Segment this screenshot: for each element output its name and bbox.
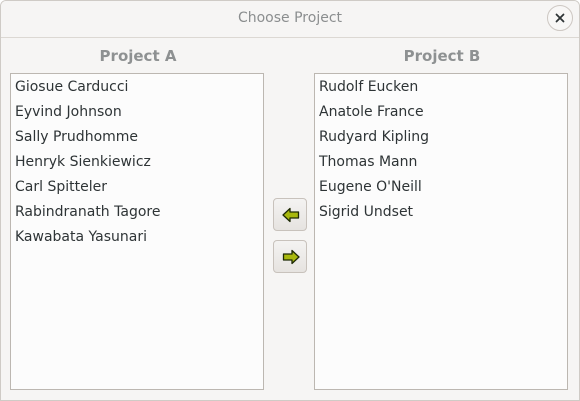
list-item[interactable]: Kawabata Yasunari (11, 225, 263, 250)
list-item[interactable]: Anatole France (315, 100, 567, 125)
close-button[interactable] (547, 5, 573, 31)
list-item[interactable]: Henryk Sienkiewicz (11, 150, 263, 175)
choose-project-dialog: Choose Project Project A Project B Giosu… (0, 0, 580, 401)
project-b-list[interactable]: Rudolf Eucken Anatole France Rudyard Kip… (314, 73, 568, 390)
list-item[interactable]: Carl Spitteler (11, 175, 263, 200)
project-b-header: Project B (403, 47, 481, 65)
window-title: Choose Project (237, 10, 343, 26)
list-item[interactable]: Giosue Carducci (11, 75, 263, 100)
move-to-a-button[interactable] (273, 198, 307, 231)
list-item[interactable]: Thomas Mann (315, 150, 567, 175)
project-a-list[interactable]: Giosue Carducci Eyvind Johnson Sally Pru… (10, 73, 264, 390)
arrow-right-icon (282, 249, 300, 265)
list-item[interactable]: Rudyard Kipling (315, 125, 567, 150)
list-item[interactable]: Sigrid Undset (315, 200, 567, 225)
project-a-header: Project A (99, 47, 177, 65)
title-bar: Choose Project (1, 1, 579, 38)
move-to-b-button[interactable] (273, 240, 307, 273)
list-item[interactable]: Eyvind Johnson (11, 100, 263, 125)
close-icon (555, 13, 565, 23)
list-item[interactable]: Eugene O'Neill (315, 175, 567, 200)
arrow-left-icon (282, 207, 300, 223)
list-item[interactable]: Sally Prudhomme (11, 125, 263, 150)
list-item[interactable]: Rabindranath Tagore (11, 200, 263, 225)
list-item[interactable]: Rudolf Eucken (315, 75, 567, 100)
